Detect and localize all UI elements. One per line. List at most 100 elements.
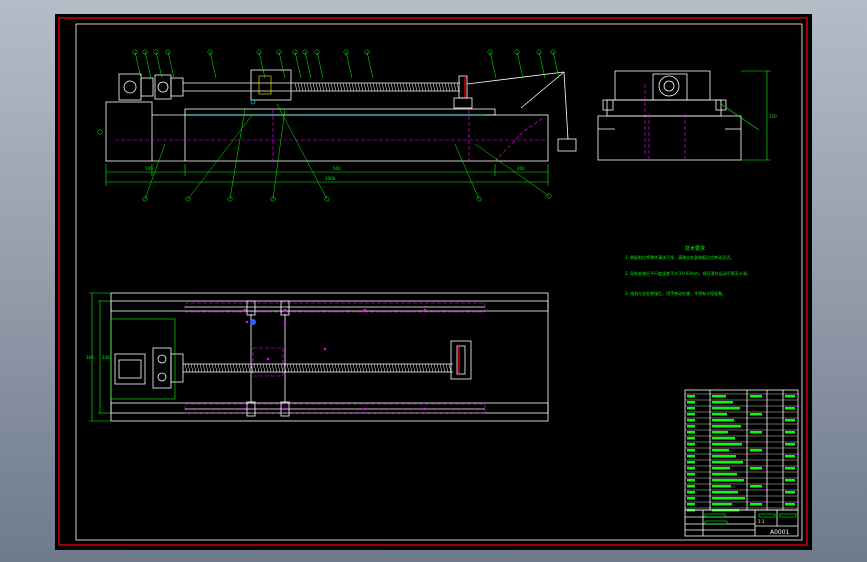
screw-thread xyxy=(229,363,233,373)
screw-thread xyxy=(300,82,304,92)
screw-thread xyxy=(421,363,425,373)
plan-marker xyxy=(323,347,327,351)
screw-thread xyxy=(208,363,212,373)
screw-thread xyxy=(342,82,346,92)
screw-thread xyxy=(381,82,385,92)
plan-motor xyxy=(114,353,146,385)
parts-row-text xyxy=(687,473,695,476)
parts-row-text xyxy=(712,419,734,422)
leader-line xyxy=(258,51,266,79)
notes-line-2: 2. 导轨安装后平行度误差不大于0.02mm，保证滑台运动平稳无卡滞。 xyxy=(625,270,751,276)
parts-row-text xyxy=(712,497,745,500)
plan-rail-bottom xyxy=(184,403,486,414)
screw-thread xyxy=(424,363,428,373)
parts-row-text xyxy=(687,479,695,482)
parts-row-text xyxy=(687,443,695,446)
plan-end-bearing xyxy=(450,340,472,380)
parts-row-text xyxy=(712,401,733,404)
screw-thread xyxy=(345,82,349,92)
screw-thread xyxy=(370,363,374,373)
screw-thread xyxy=(382,363,386,373)
parts-row-text xyxy=(785,467,795,470)
screw-thread xyxy=(430,363,434,373)
leader-line xyxy=(187,113,254,200)
screw-thread xyxy=(277,363,281,373)
screw-thread xyxy=(297,82,301,92)
screw-thread xyxy=(336,82,340,92)
screw-thread xyxy=(373,363,377,373)
screw-thread xyxy=(435,82,439,92)
screw-thread xyxy=(349,363,353,373)
parts-row-text xyxy=(750,413,762,416)
side-counterweight xyxy=(557,138,577,152)
cad-viewport[interactable]: 100 500 200 1000 150 300 240 技术要求 1. 装配前… xyxy=(55,14,812,550)
notes-line-1: 1. 装配前应将零件清洗干净，滚珠丝杠副装配后应转动灵活。 xyxy=(625,254,734,260)
parts-row-text xyxy=(712,449,729,452)
screw-thread xyxy=(366,82,370,92)
leader-line xyxy=(516,51,524,79)
screw-thread xyxy=(364,363,368,373)
screw-thread xyxy=(388,363,392,373)
screw-thread xyxy=(220,363,224,373)
screw-thread xyxy=(319,363,323,373)
screw-thread xyxy=(408,82,412,92)
screw-thread xyxy=(325,363,329,373)
screw-thread xyxy=(406,363,410,373)
screw-thread xyxy=(289,363,293,373)
plan-reference-marker xyxy=(250,319,256,325)
screw-thread xyxy=(304,363,308,373)
screw-thread xyxy=(307,363,311,373)
screw-thread xyxy=(445,363,449,373)
end-carriage xyxy=(614,70,711,101)
side-end-bearing xyxy=(458,75,468,99)
screw-thread xyxy=(324,82,328,92)
parts-row-text xyxy=(785,443,795,446)
screw-thread xyxy=(354,82,358,92)
dim-side-mid: 500 xyxy=(333,166,341,171)
screw-thread xyxy=(217,363,221,373)
screw-thread xyxy=(417,82,421,92)
parts-row-text xyxy=(750,395,762,398)
parts-row-text xyxy=(712,485,731,488)
leader-line xyxy=(278,51,286,79)
leader-line xyxy=(489,51,497,79)
end-base xyxy=(597,115,742,161)
plan-marker xyxy=(283,308,287,312)
screw-thread xyxy=(313,363,317,373)
screw-thread xyxy=(205,363,209,373)
parts-row-text xyxy=(687,491,695,494)
screw-thread xyxy=(348,82,352,92)
parts-row-text xyxy=(687,497,695,500)
side-motor xyxy=(118,73,142,101)
screw-thread xyxy=(286,363,290,373)
leader-line xyxy=(454,143,480,200)
screw-thread xyxy=(420,82,424,92)
parts-row-text xyxy=(785,419,795,422)
screw-thread xyxy=(256,363,260,373)
screw-thread xyxy=(447,82,451,92)
parts-row-text xyxy=(750,449,762,452)
parts-row-text xyxy=(687,437,695,440)
parts-row-text xyxy=(687,407,695,410)
screw-thread xyxy=(294,82,298,92)
side-cable xyxy=(466,71,565,85)
leader-line xyxy=(144,143,166,200)
plan-marker xyxy=(363,308,367,312)
leader-line xyxy=(209,51,217,79)
part-balloon xyxy=(97,129,103,135)
parts-row-text xyxy=(687,425,695,428)
dim-end-height: 150 xyxy=(769,114,777,119)
parts-row-text xyxy=(687,401,695,404)
screw-thread xyxy=(352,363,356,373)
screw-thread xyxy=(295,363,299,373)
screw-thread xyxy=(315,82,319,92)
screw-thread xyxy=(223,363,227,373)
side-ball-screw xyxy=(294,82,460,92)
parts-row-text xyxy=(712,431,728,434)
screw-thread xyxy=(262,363,266,373)
screw-thread xyxy=(211,363,215,373)
parts-row-text xyxy=(712,479,744,482)
notes-title: 技术要求 xyxy=(685,245,705,252)
parts-row-text xyxy=(712,413,727,416)
dim-plan-inner: 240 xyxy=(102,355,110,360)
